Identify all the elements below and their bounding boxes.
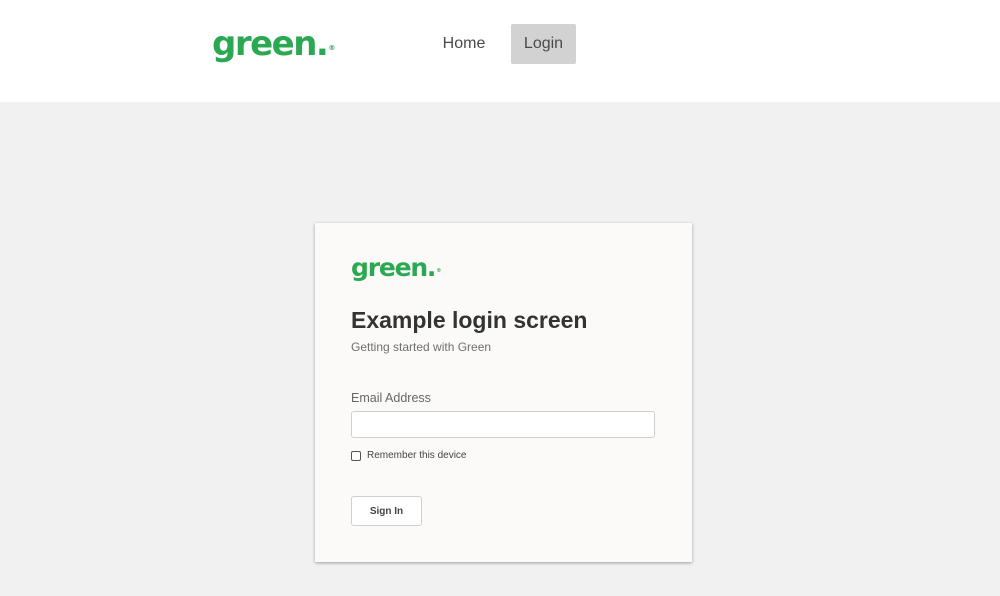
login-card: green.® Example login screen Getting sta… <box>315 223 692 562</box>
login-title: Example login screen <box>351 307 588 333</box>
header-logo-text: green. <box>212 24 329 64</box>
remember-device-row: Remember this device <box>351 450 466 462</box>
top-header: green.® Home Login <box>0 0 1000 102</box>
remember-device-label: Remember this device <box>367 450 467 461</box>
email-field[interactable] <box>351 411 655 438</box>
registered-mark-icon: ® <box>436 268 442 274</box>
nav-login-link[interactable]: Login <box>511 24 576 64</box>
registered-mark-icon: ® <box>328 44 336 52</box>
remember-device-checkbox[interactable] <box>351 451 361 461</box>
sign-in-button[interactable]: Sign In <box>351 496 422 526</box>
nav-home-link[interactable]: Home <box>430 24 498 64</box>
login-subtitle: Getting started with Green <box>351 340 492 354</box>
email-label: Email Address <box>351 391 431 405</box>
card-logo: green.® <box>351 252 442 284</box>
header-logo[interactable]: green.® <box>212 24 336 64</box>
card-logo-text: green. <box>351 253 436 282</box>
